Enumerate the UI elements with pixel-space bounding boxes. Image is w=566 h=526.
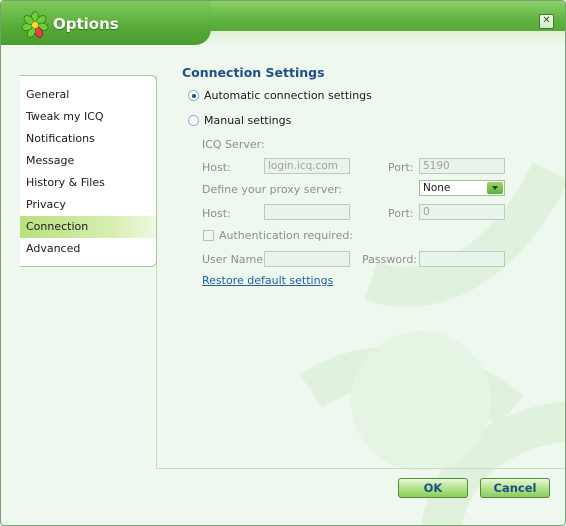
port-input[interactable]: 5190 <box>419 158 505 174</box>
sidebar-item-advanced[interactable]: Advanced <box>20 238 156 260</box>
proxy-host-label: Host: <box>202 207 231 220</box>
proxy-select-value: None <box>423 182 451 194</box>
authentication-checkbox[interactable] <box>203 230 214 241</box>
password-input[interactable] <box>419 251 505 267</box>
section-title: Connection Settings <box>182 65 325 80</box>
authentication-label: Authentication required: <box>219 229 354 242</box>
host-label: Host: <box>202 161 231 174</box>
proxy-label: Define your proxy server: <box>202 183 343 196</box>
cancel-button[interactable]: Cancel <box>480 478 550 498</box>
icq-server-label: ICQ Server: <box>202 138 265 151</box>
options-window: Options ✕ General Tweak my ICQ Notificat… <box>0 0 566 526</box>
manual-settings-radio[interactable] <box>188 115 199 126</box>
password-label: Password: <box>362 253 418 266</box>
sidebar-item-message[interactable]: Message <box>20 150 156 172</box>
sidebar-item-connection[interactable]: Connection <box>20 216 156 238</box>
authentication-option[interactable]: Authentication required: <box>203 229 353 242</box>
footer-divider <box>156 468 565 469</box>
sidebar-item-privacy[interactable]: Privacy <box>20 194 156 216</box>
manual-settings-option[interactable]: Manual settings <box>188 114 291 127</box>
ok-button[interactable]: OK <box>398 478 468 498</box>
icq-flower-icon <box>21 11 49 38</box>
sidebar-item-general[interactable]: General <box>20 84 156 106</box>
chevron-down-icon[interactable] <box>487 182 503 194</box>
sidebar-item-history-files[interactable]: History & Files <box>20 172 156 194</box>
proxy-host-input[interactable] <box>264 204 350 220</box>
username-label: User Name: <box>202 253 267 266</box>
proxy-port-label: Port: <box>388 207 414 220</box>
sidebar-item-tweak-my-icq[interactable]: Tweak my ICQ <box>20 106 156 128</box>
sidebar-nav: General Tweak my ICQ Notifications Messa… <box>20 84 156 260</box>
automatic-settings-option[interactable]: Automatic connection settings <box>188 89 372 102</box>
manual-settings-label: Manual settings <box>204 114 292 127</box>
proxy-port-input[interactable]: 0 <box>419 204 505 220</box>
sidebar-item-notifications[interactable]: Notifications <box>20 128 156 150</box>
host-input[interactable]: login.icq.com <box>264 158 350 174</box>
sidebar: General Tweak my ICQ Notifications Messa… <box>20 75 157 267</box>
username-input[interactable] <box>264 251 350 267</box>
automatic-settings-radio[interactable] <box>188 90 199 101</box>
automatic-settings-label: Automatic connection settings <box>204 89 372 102</box>
close-button[interactable]: ✕ <box>539 14 554 29</box>
restore-defaults-link[interactable]: Restore default settings <box>202 274 333 287</box>
window-title: Options <box>53 15 119 33</box>
port-label: Port: <box>388 161 414 174</box>
proxy-select[interactable]: None <box>419 180 505 196</box>
